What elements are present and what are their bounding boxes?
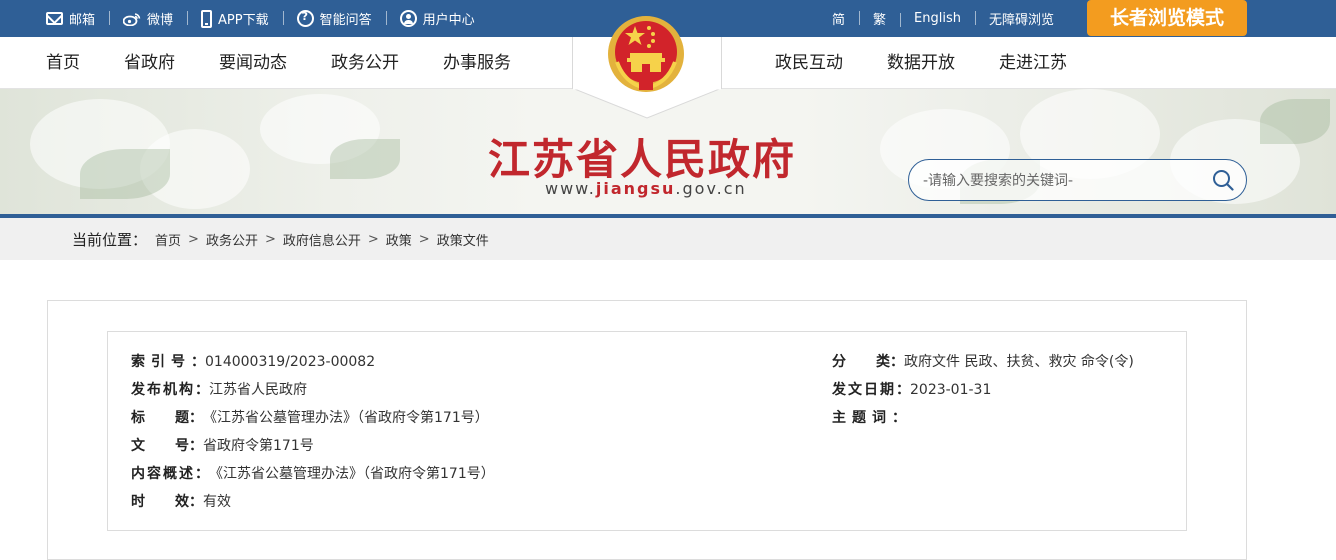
smart-qa-label: 智能问答 (319, 13, 372, 28)
info-value-validity: 有效 (203, 494, 231, 510)
info-row-title: 标题：《江苏省公墓管理办法》（省政府令第171号） (131, 404, 489, 432)
breadcrumb-gov-affairs[interactable]: 政务公开 (206, 230, 258, 249)
info-key: 内容概述 (131, 466, 195, 482)
site-url: www.jiangsu.gov.cn (545, 179, 747, 198)
weibo-link[interactable]: 微博 (109, 9, 187, 28)
mail-link[interactable]: 邮箱 (46, 9, 109, 28)
info-value-doc-number: 省政府令第171号 (203, 438, 314, 454)
search-box (908, 159, 1247, 201)
user-center-label: 用户中心 (422, 13, 475, 28)
accessibility-link[interactable]: 无障碍浏览 (974, 9, 1068, 28)
info-value-summary: 《江苏省公墓管理办法》（省政府令第171号） (209, 466, 495, 482)
nav-item-services[interactable]: 办事服务 (443, 37, 511, 89)
site-title: 江苏省人民政府 (488, 135, 797, 184)
breadcrumb-policy[interactable]: 政策 (386, 230, 412, 249)
info-row-keywords: 主题词： (832, 404, 906, 432)
info-value-category: 政府文件 民政、扶贫、救灾 命令(令) (904, 354, 1134, 370)
info-value-title: 《江苏省公墓管理办法》（省政府令第171号） (203, 410, 489, 426)
top-right-links: 简 繁 English 无障碍浏览 (818, 0, 1068, 37)
info-row-summary: 内容概述：《江苏省公墓管理办法》（省政府令第171号） (131, 460, 495, 488)
breadcrumb-separator: > (418, 231, 430, 247)
breadcrumb: 当前位置： 首页 > 政务公开 > 政府信息公开 > 政策 > 政策文件 (72, 218, 489, 260)
nav-item-gov-affairs[interactable]: 政务公开 (331, 37, 399, 89)
nav-item-province-gov[interactable]: 省政府 (124, 37, 175, 89)
info-row-index: 索引号：014000319/2023-00082 (131, 348, 375, 376)
user-center-link[interactable]: 用户中心 (385, 9, 489, 28)
traditional-chinese-link[interactable]: 繁 (859, 9, 900, 28)
breadcrumb-separator: > (264, 231, 276, 247)
national-emblem-icon[interactable] (605, 12, 687, 96)
phone-icon (201, 9, 213, 28)
site-url-domain: jiangsu (595, 179, 676, 198)
user-icon (399, 10, 417, 27)
mail-label: 邮箱 (69, 13, 96, 28)
site-url-prefix: www. (545, 179, 596, 198)
info-row-publisher: 发布机构：江苏省人民政府 (131, 376, 307, 404)
nav-item-home[interactable]: 首页 (46, 37, 80, 89)
app-download-label: APP下载 (218, 13, 269, 28)
breadcrumb-label: 当前位置： (72, 230, 148, 249)
breadcrumb-info-disclosure[interactable]: 政府信息公开 (283, 230, 361, 249)
search-input[interactable] (923, 170, 1203, 192)
nav-item-interaction[interactable]: 政民互动 (775, 37, 843, 89)
mail-icon (46, 12, 63, 25)
english-link[interactable]: English (900, 11, 975, 27)
nav-item-news[interactable]: 要闻动态 (219, 37, 287, 89)
info-key: 发文日期 (832, 382, 896, 398)
app-download-link[interactable]: APP下载 (187, 9, 283, 28)
info-key: 发布机构 (131, 382, 195, 398)
smart-qa-link[interactable]: 智能问答 (282, 9, 386, 28)
info-value-issue-date: 2023-01-31 (910, 382, 992, 398)
info-row-issue-date: 发文日期：2023-01-31 (832, 376, 991, 404)
nav-item-open-data[interactable]: 数据开放 (887, 37, 955, 89)
info-row-category: 分类：政府文件 民政、扶贫、救灾 命令(令) (832, 348, 1134, 376)
breadcrumb-policy-documents[interactable]: 政策文件 (437, 230, 489, 249)
simplified-chinese-link[interactable]: 简 (818, 9, 859, 28)
info-key: 索引号 (131, 354, 191, 370)
search-icon[interactable] (1212, 169, 1234, 191)
site-url-suffix: .gov.cn (675, 179, 747, 198)
elder-mode-button[interactable]: 长者浏览模式 (1087, 0, 1247, 36)
info-row-doc-number: 文号：省政府令第171号 (131, 432, 314, 460)
weibo-icon (122, 12, 141, 26)
info-row-validity: 时效：有效 (131, 488, 231, 516)
weibo-label: 微博 (147, 13, 174, 28)
info-value-index: 014000319/2023-00082 (205, 354, 376, 370)
info-value-publisher: 江苏省人民政府 (209, 382, 307, 398)
qa-icon (296, 10, 314, 27)
breadcrumb-separator: > (367, 231, 379, 247)
top-left-links: 邮箱 微博 APP下载 智能问答 用户中心 (46, 0, 489, 37)
nav-item-about-jiangsu[interactable]: 走进江苏 (999, 37, 1067, 89)
breadcrumb-home[interactable]: 首页 (155, 230, 181, 249)
breadcrumb-separator: > (188, 231, 199, 247)
info-key: 主题词 (832, 410, 892, 426)
